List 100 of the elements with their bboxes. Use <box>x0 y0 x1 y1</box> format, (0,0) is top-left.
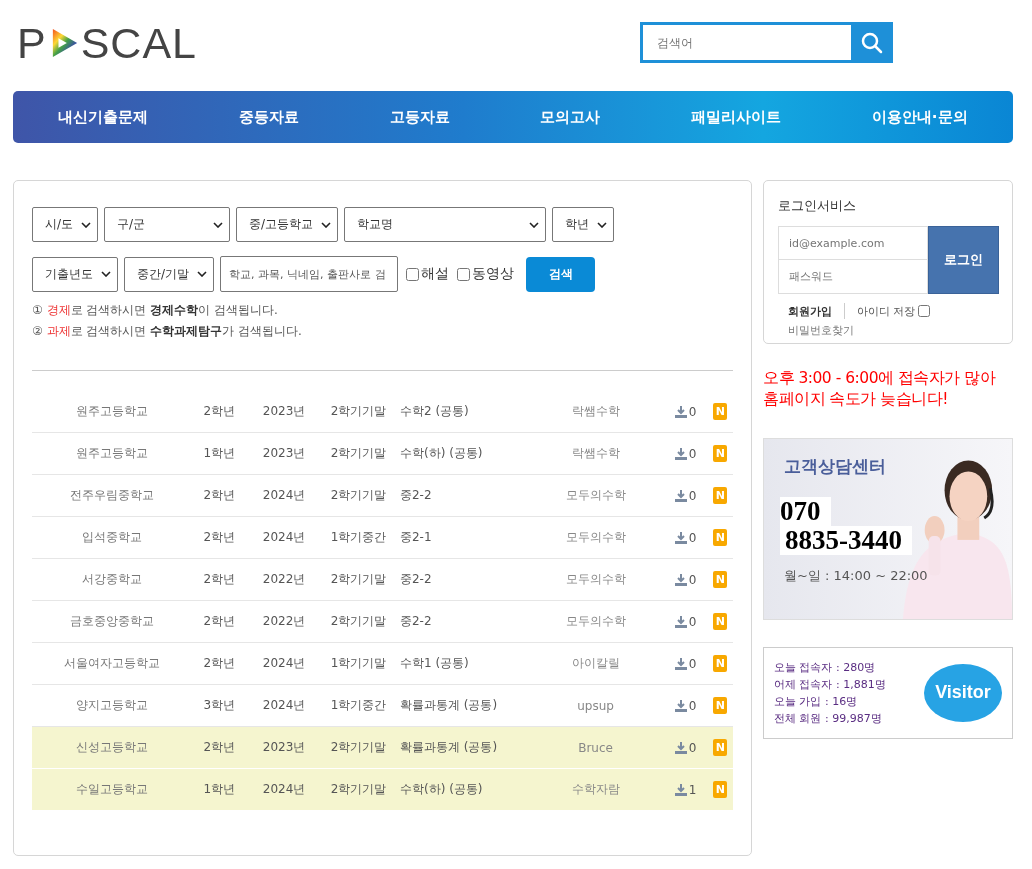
table-cell-text: Bruce <box>577 740 614 755</box>
dropdown[interactable]: 중/고등학교 <box>236 207 339 242</box>
table-cell-text: 아이칼릴 <box>570 655 621 672</box>
table-cell-text: 1학기중간 <box>329 529 388 546</box>
table-cell-text: 1학년 <box>202 445 237 462</box>
table-cell-text: 양지고등학교 <box>75 697 150 714</box>
table-row[interactable]: 금호중앙중학교 2학년 2022년 2학기기말 중2-2 모두의수학 0 N <box>32 601 733 643</box>
search-button[interactable] <box>851 22 893 63</box>
table-cell-text: 2학년 <box>202 571 237 588</box>
table-cell-text: 2학년 <box>202 613 237 630</box>
signup-link[interactable]: 회원가입 <box>788 303 832 319</box>
chevron-icon <box>321 221 332 228</box>
table-cell-text: 2학기기말 <box>329 613 388 630</box>
phone-number: 070 <box>780 496 831 526</box>
download-count: 0 <box>688 530 697 545</box>
chevron-icon <box>597 221 608 228</box>
download-icon <box>674 615 687 628</box>
email-field[interactable]: id@example.com <box>778 226 928 260</box>
new-badge: N <box>713 739 728 756</box>
download-icon <box>674 699 687 712</box>
table-cell-text: 2학년 <box>202 487 237 504</box>
password-field[interactable]: 패스워드 <box>778 260 928 294</box>
checkbox[interactable] <box>406 267 420 281</box>
nav-link[interactable]: 중등자료 <box>239 107 300 127</box>
search-button[interactable]: 검색 <box>526 256 596 292</box>
table-cell-text: 중2-1 <box>398 529 433 546</box>
table-row[interactable]: 원주고등학교 1학년 2023년 2학기기말 수학(하) (공통) 락쌤수학 0 N <box>32 433 733 475</box>
table-cell-text: 2학기기말 <box>329 739 388 756</box>
table-cell-text: 확률과통계 (공통) <box>398 739 499 756</box>
dropdown[interactable]: 시/도 <box>32 207 99 242</box>
download-count: 0 <box>688 404 697 419</box>
search-hint: ② 과제로 검색하시면 수학과제탐구가 검색됩니다. <box>32 323 303 340</box>
download-icon <box>674 531 687 544</box>
table-row[interactable]: 서울여자고등학교 2학년 2024년 1학기기말 수학1 (공통) 아이칼릴 0 N <box>32 643 733 685</box>
login-title: 로그인서비스 <box>778 197 857 215</box>
phone-number: 8835-3440 <box>780 525 912 555</box>
search-hint: ① 경제로 검색하시면 경제수학이 검색됩니다. <box>32 302 279 319</box>
table-cell-text: 모두의수학 <box>564 571 627 588</box>
login-button[interactable]: 로그인 <box>928 226 999 294</box>
table-cell-text: 2학년 <box>202 403 237 420</box>
download-count: 0 <box>688 656 697 671</box>
search-field[interactable]: 검색어 <box>640 22 851 63</box>
download-icon <box>674 573 687 586</box>
table-cell-text: 금호중앙중학교 <box>69 613 156 630</box>
new-badge: N <box>713 781 728 798</box>
new-badge: N <box>713 487 728 504</box>
dropdown[interactable]: 중간/기말 <box>124 256 215 292</box>
support-hours: 월~일 : 14:00 ~ 22:00 <box>784 566 928 585</box>
checkbox[interactable] <box>457 267 471 281</box>
chevron-icon <box>101 271 111 277</box>
nav-link[interactable]: 내신기출문제 <box>58 107 149 127</box>
table-cell-text: 전주우림중학교 <box>69 487 156 504</box>
download-icon <box>674 405 687 418</box>
chevron-icon <box>81 221 92 228</box>
table-cell-text: 2024년 <box>261 655 307 672</box>
table-row[interactable]: 원주고등학교 2학년 2023년 2학기기말 수학2 (공통) 락쌤수학 0 N <box>32 391 733 433</box>
table-cell-text: 중2-2 <box>398 613 433 630</box>
table-cell-text: 중2-2 <box>398 487 433 504</box>
chevron-icon <box>213 221 224 228</box>
table-cell-text: 1학기기말 <box>329 655 388 672</box>
new-badge: N <box>713 403 728 420</box>
table-row[interactable]: 전주우림중학교 2학년 2024년 2학기기말 중2-2 모두의수학 0 N <box>32 475 733 517</box>
download-count: 0 <box>688 698 697 713</box>
table-cell-text: 2학기기말 <box>329 487 388 504</box>
visitor-stat: 전체 회원 : 99,987명 <box>774 710 883 727</box>
table-cell-text: 2학기기말 <box>329 403 388 420</box>
new-badge: N <box>713 697 728 714</box>
download-count: 0 <box>688 572 697 587</box>
table-cell-text: 2학년 <box>202 529 237 546</box>
dropdown[interactable]: 학교명 <box>344 207 547 242</box>
new-badge: N <box>713 613 728 630</box>
dropdown[interactable]: 구/군 <box>104 207 231 242</box>
dropdown[interactable]: 학년 <box>552 207 615 242</box>
search-icon <box>860 30 884 55</box>
site-logo[interactable]: P SCAL <box>17 23 198 63</box>
table-cell-text: 2학기기말 <box>329 445 388 462</box>
find-password-link[interactable]: 비밀번호찾기 <box>788 323 1012 338</box>
download-count: 0 <box>688 446 697 461</box>
play-icon <box>50 27 79 59</box>
visitor-bubble: Visitor <box>924 663 1002 722</box>
table-cell-text: 2023년 <box>261 445 307 462</box>
table-cell-text: 수학2 (공통) <box>398 403 470 420</box>
keyword-field[interactable]: 학교, 과목, 닉네임, 출판사로 검 <box>220 256 399 292</box>
download-icon <box>674 489 687 502</box>
checkbox[interactable] <box>917 305 930 317</box>
download-count: 0 <box>688 740 697 755</box>
download-count: 1 <box>688 782 697 797</box>
table-cell-text: 락쌤수학 <box>570 445 621 462</box>
table-row[interactable]: 수일고등학교 1학년 2024년 2학기기말 수학(하) (공통) 수학자람 1 N <box>32 769 733 811</box>
table-cell-text: 모두의수학 <box>564 529 627 546</box>
table-cell-text: 수학(하) (공통) <box>398 445 484 462</box>
table-row[interactable]: 서강중학교 2학년 2022년 2학기기말 중2-2 모두의수학 0 N <box>32 559 733 601</box>
nav-link[interactable]: 고등자료 <box>389 107 450 127</box>
dropdown[interactable]: 기출년도 <box>32 256 118 292</box>
table-cell-text: 원주고등학교 <box>75 445 150 462</box>
table-row[interactable]: 신성고등학교 2학년 2023년 2학기기말 확률과통계 (공통) Bruce 0 N <box>32 727 733 769</box>
table-cell-text: 2학기기말 <box>329 781 388 798</box>
table-row[interactable]: 입석중학교 2학년 2024년 1학기중간 중2-1 모두의수학 0 N <box>32 517 733 559</box>
download-count: 0 <box>688 614 697 629</box>
nav-link[interactable]: 모의고사 <box>540 107 601 127</box>
